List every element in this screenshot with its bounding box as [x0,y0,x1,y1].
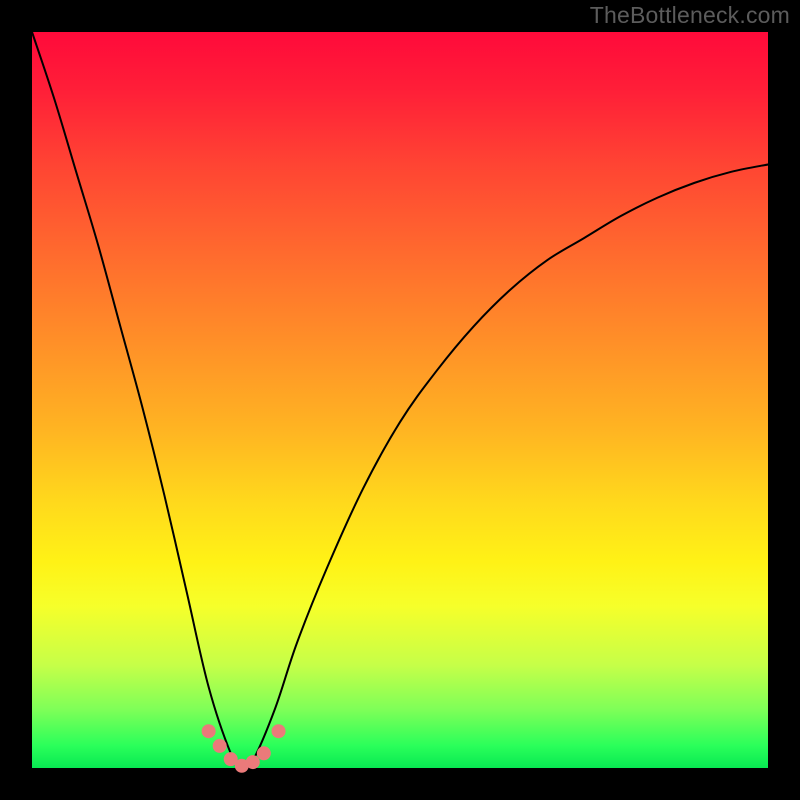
marker-cluster [202,724,286,773]
bottleneck-curve [32,32,768,769]
chart-root: TheBottleneck.com [0,0,800,800]
marker-dot [246,755,260,769]
attribution-text: TheBottleneck.com [590,2,790,29]
marker-dot [272,724,286,738]
marker-dot [202,724,216,738]
marker-dot [257,746,271,760]
plot-overlay-svg [32,32,768,768]
plot-area [32,32,768,768]
marker-dot [213,739,227,753]
